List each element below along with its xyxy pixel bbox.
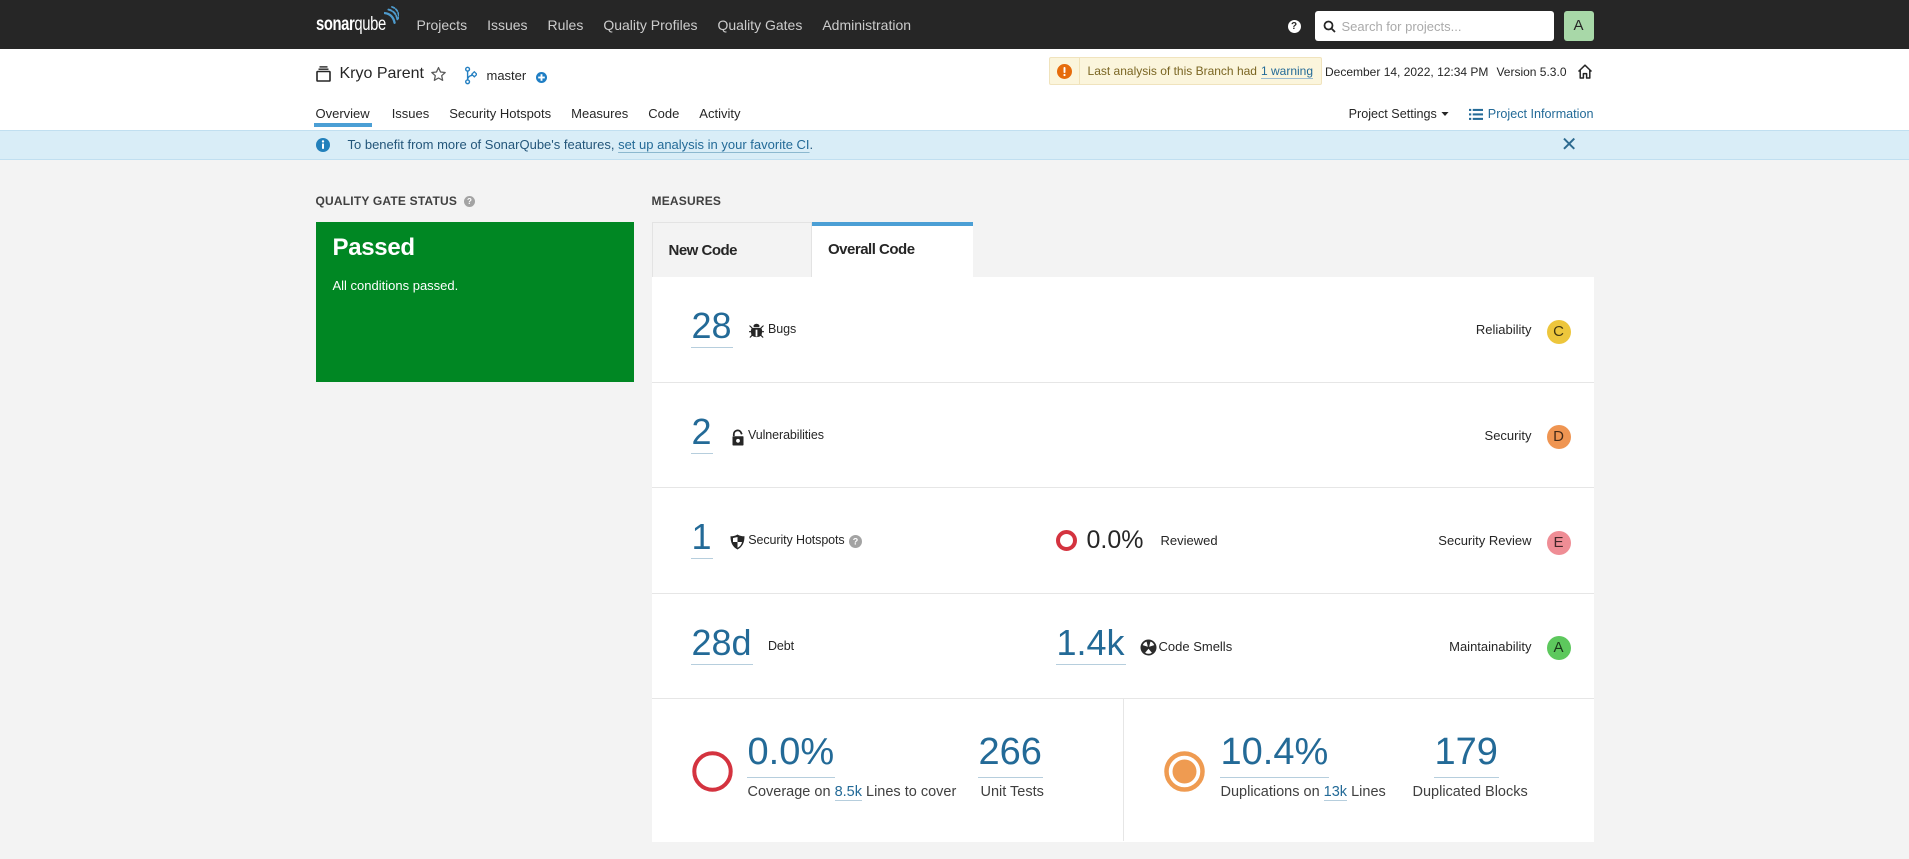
svg-text:?: ? (852, 536, 858, 546)
svg-text:?: ? (467, 197, 472, 206)
